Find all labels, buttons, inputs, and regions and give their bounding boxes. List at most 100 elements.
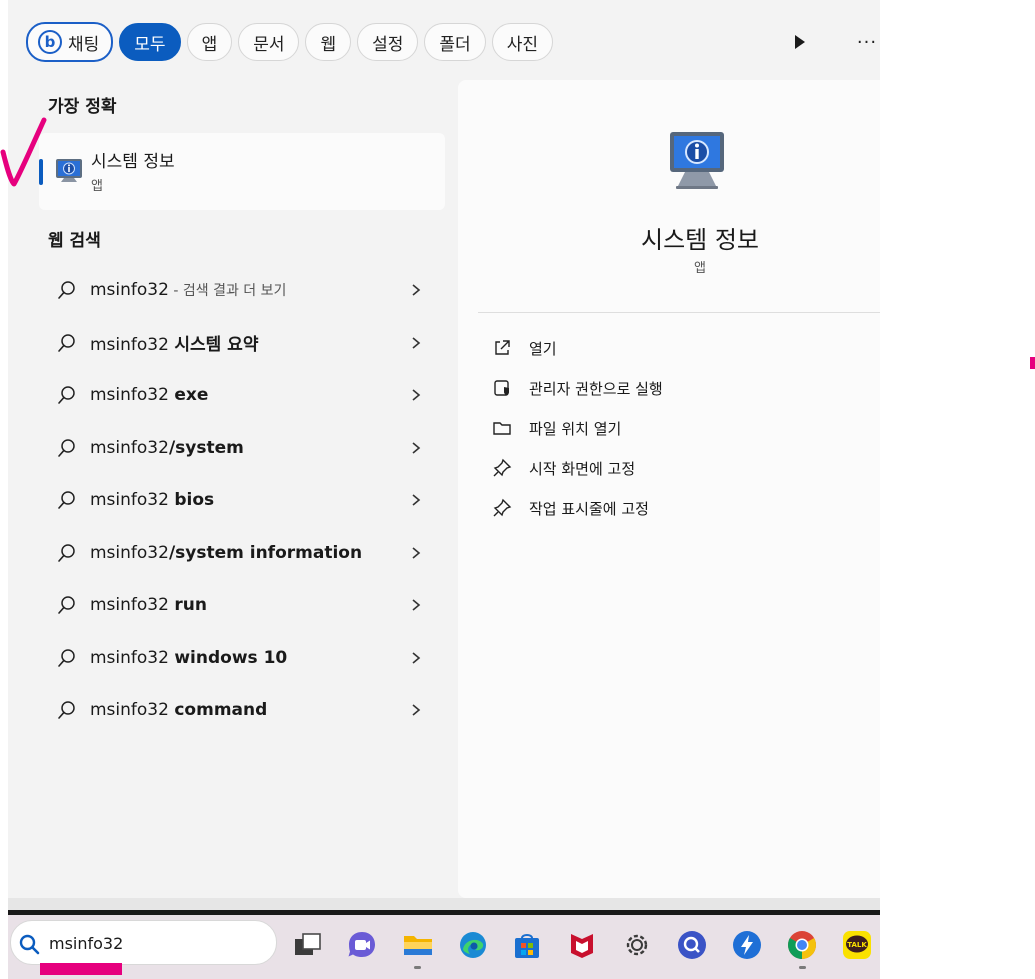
best-match-kind: 앱 — [91, 179, 103, 194]
filter-photos[interactable]: 사진 — [491, 23, 553, 61]
annotation-mark — [1030, 357, 1035, 369]
open-external-icon — [495, 340, 510, 355]
search-icon — [58, 281, 75, 299]
chevron-right-icon — [412, 546, 421, 559]
detail-title: 시스템 정보 — [640, 226, 760, 254]
more-options-button[interactable]: ··· — [852, 30, 882, 54]
system-information-icon — [56, 159, 82, 182]
search-icon — [58, 386, 75, 404]
filter-folders[interactable]: 폴더 — [424, 23, 486, 61]
action-open-file-location-label: 파일 위치 열기 — [529, 419, 622, 438]
action-open-label: 열기 — [529, 339, 557, 358]
best-match-card[interactable]: 시스템 정보 앱 — [39, 133, 445, 210]
filter-chat-label: 채팅 — [68, 34, 100, 55]
settings-icon[interactable] — [621, 929, 653, 961]
svg-text:TALK: TALK — [847, 941, 867, 949]
filter-documents-label: 문서 — [253, 34, 285, 55]
shield-admin-icon — [494, 380, 509, 396]
kakaotalk-icon[interactable]: TALK — [841, 929, 873, 961]
action-pin-to-start-label: 시작 화면에 고정 — [529, 459, 636, 478]
task-view-icon[interactable] — [292, 929, 324, 961]
system-information-large-icon — [670, 132, 724, 189]
web-search-result[interactable]: msinfo32 bios — [39, 474, 445, 527]
chevron-right-icon — [412, 494, 421, 506]
folder-icon — [493, 422, 511, 435]
best-match-name: 시스템 정보 — [91, 152, 175, 172]
search-icon — [58, 701, 75, 719]
action-pin-to-taskbar-label: 작업 표시줄에 고정 — [529, 499, 649, 518]
annotation-checkmark — [0, 117, 47, 187]
filter-folders-label: 폴더 — [439, 34, 471, 55]
search-app-icon[interactable] — [676, 929, 708, 961]
action-open-file-location[interactable]: 파일 위치 열기 — [492, 416, 621, 440]
web-search-query: msinfo32 exe — [90, 385, 209, 406]
filter-bar: b 채팅 모두 앱 문서 웹 설정 폴더 사진 — [26, 20, 559, 64]
web-search-result[interactable]: msinfo32 exe — [39, 369, 445, 422]
annotation-underline — [40, 963, 122, 975]
filter-documents[interactable]: 문서 — [238, 23, 300, 61]
filter-web-label: 웹 — [320, 34, 337, 55]
microsoft-store-icon[interactable] — [511, 929, 543, 961]
chevron-right-icon — [412, 284, 421, 296]
chevron-right-icon — [412, 441, 421, 454]
web-search-query: msinfo32 command — [90, 700, 268, 721]
detail-kind: 앱 — [694, 261, 706, 276]
web-search-query: msinfo32/system information — [90, 542, 363, 563]
action-pin-to-taskbar[interactable]: 작업 표시줄에 고정 — [492, 496, 649, 520]
web-search-result[interactable]: msinfo32 windows 10 — [39, 632, 445, 685]
web-search-query: msinfo32/system — [90, 437, 244, 458]
web-search-query: msinfo32 windows 10 — [90, 647, 288, 668]
web-search-result[interactable]: msinfo32 시스템 요약 — [39, 317, 445, 370]
web-search-query: msinfo32 bios — [90, 490, 215, 511]
edge-icon[interactable] — [457, 929, 489, 961]
action-run-as-admin-label: 관리자 권한으로 실행 — [529, 379, 663, 398]
taskbar-search-box[interactable] — [10, 920, 277, 965]
filter-all[interactable]: 모두 — [119, 23, 181, 61]
filter-settings-label: 설정 — [372, 34, 404, 55]
mcafee-icon[interactable] — [566, 929, 598, 961]
action-pin-to-start[interactable]: 시작 화면에 고정 — [492, 456, 635, 480]
filter-settings[interactable]: 설정 — [357, 23, 419, 61]
running-indicator — [414, 966, 421, 969]
web-search-result[interactable]: msinfo32/system — [39, 422, 445, 475]
search-icon — [58, 596, 75, 614]
chrome-icon[interactable] — [786, 929, 818, 961]
search-icon — [58, 648, 75, 667]
panel-bottom-edge — [8, 898, 880, 910]
action-open[interactable]: 열기 — [492, 336, 557, 360]
pin-icon — [493, 458, 512, 477]
filter-chat-button[interactable]: b 채팅 — [26, 22, 114, 62]
chevron-right-icon — [412, 704, 421, 716]
chevron-right-icon — [412, 336, 421, 349]
web-search-result[interactable]: msinfo32 run — [39, 579, 445, 632]
filter-photos-label: 사진 — [506, 34, 538, 55]
bing-icon: b — [38, 30, 62, 54]
chevron-right-icon — [412, 389, 421, 401]
pin-icon — [493, 498, 512, 517]
filter-apps[interactable]: 앱 — [186, 23, 233, 61]
search-icon — [19, 934, 40, 955]
filter-all-label: 모두 — [134, 34, 166, 55]
web-search-query: msinfo32 run — [90, 595, 207, 616]
chevron-right-icon — [412, 599, 421, 611]
search-icon — [58, 333, 75, 352]
web-search-heading: 웹 검색 — [48, 231, 101, 251]
taskbar-search-input[interactable] — [49, 931, 259, 955]
web-search-result[interactable]: msinfo32 - 검색 결과 더 보기 — [39, 264, 445, 317]
file-explorer-icon[interactable] — [402, 929, 434, 961]
web-search-query: msinfo32 시스템 요약 — [90, 335, 259, 356]
web-search-list: msinfo32 - 검색 결과 더 보기 msinfo32 시스템 요약 msin… — [39, 264, 445, 737]
filter-web[interactable]: 웹 — [305, 23, 352, 61]
detail-divider — [478, 312, 880, 313]
lightning-app-icon[interactable] — [731, 929, 763, 961]
web-search-result[interactable]: msinfo32/system information — [39, 527, 445, 580]
filter-apps-label: 앱 — [201, 34, 218, 55]
action-run-as-admin[interactable]: 관리자 권한으로 실행 — [492, 376, 663, 400]
best-match-heading: 가장 정확 — [48, 97, 117, 117]
web-search-query: msinfo32 - 검색 결과 더 보기 — [90, 280, 287, 301]
web-search-result[interactable]: msinfo32 command — [39, 684, 445, 737]
teams-chat-icon[interactable] — [346, 929, 378, 961]
play-icon[interactable] — [786, 30, 814, 54]
chevron-right-icon — [412, 651, 421, 664]
search-icon — [58, 543, 75, 562]
